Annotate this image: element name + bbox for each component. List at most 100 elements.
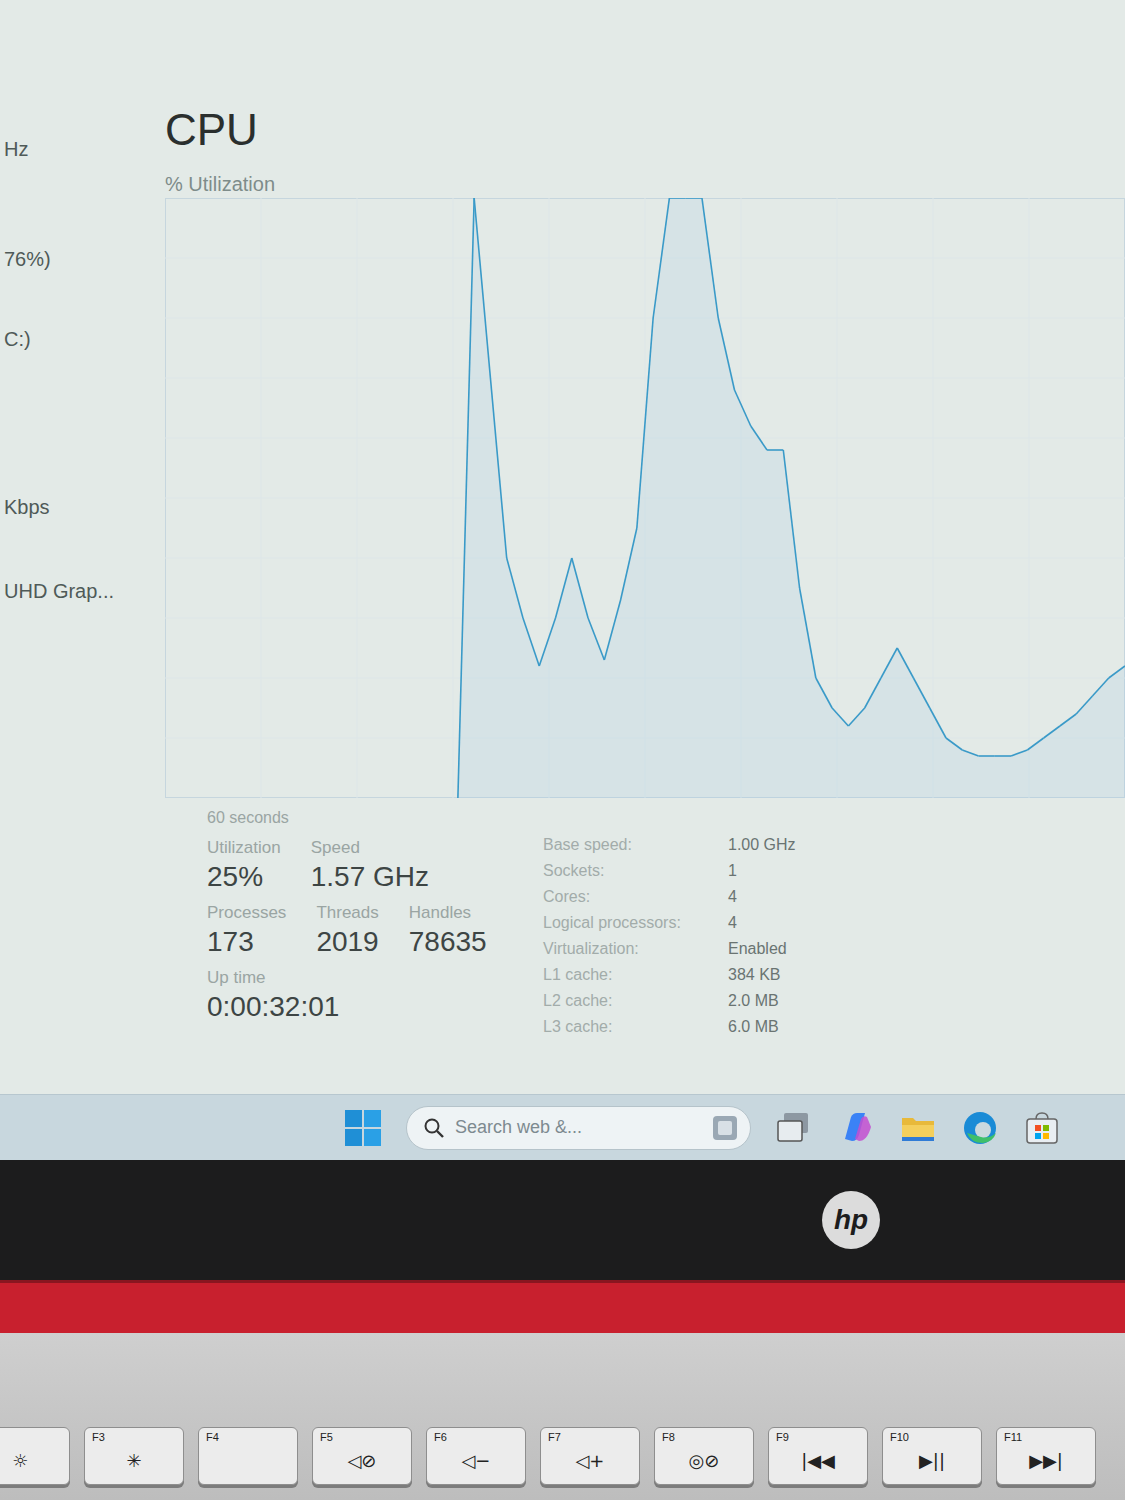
keyboard-key[interactable]: F7◁+ [540, 1427, 640, 1485]
key-fn-label: F10 [890, 1431, 909, 1443]
chart-segment [816, 678, 832, 708]
panel-title: CPU [165, 106, 1125, 154]
stat-label: Speed [311, 837, 429, 859]
search-highlight-icon [710, 1113, 740, 1143]
sidebar: Hz 76%) C:) Kbps UHD Grap... [0, 0, 165, 1094]
chart-segment [669, 198, 685, 199]
keyboard-key[interactable]: F8◎⊘ [654, 1427, 754, 1485]
sidebar-item[interactable]: UHD Grap... [0, 578, 165, 604]
task-view-icon[interactable] [775, 1109, 813, 1147]
stat-value: 25% [207, 859, 281, 894]
stats-left: 60 secondsUtilization25%Speed1.57 GHzPro… [207, 808, 507, 1038]
key-glyph: ◁− [462, 1450, 491, 1471]
key-fn-label: F7 [548, 1431, 561, 1443]
key-fn-label: F4 [206, 1431, 219, 1443]
keyboard-key[interactable]: F5 ◁⊘ [312, 1427, 412, 1485]
taskbar: Search web &... [0, 1094, 1125, 1160]
stat-row: Utilization25% Speed1.57 GHz [207, 837, 507, 894]
detail-value: 4 [728, 886, 796, 908]
chart-segment [653, 198, 669, 318]
keyboard-key[interactable]: F6 ◁− [426, 1427, 526, 1485]
chart-segment [686, 198, 702, 199]
stat-row: Up time0:00:32:01 [207, 967, 507, 1024]
chart-segment [1044, 726, 1060, 738]
key-fn-label: F6 [434, 1431, 447, 1443]
sidebar-item[interactable]: Kbps [0, 494, 165, 520]
store-icon[interactable] [1023, 1109, 1061, 1147]
grid-line [165, 378, 1125, 379]
detail-label: Sockets: [543, 860, 728, 882]
search-icon [423, 1117, 445, 1139]
stat-value: 2019 [316, 924, 378, 959]
chart-segment [979, 756, 995, 758]
key-glyph: ◁⊘ [348, 1450, 377, 1471]
chart-segment [751, 426, 767, 450]
detail-label: L3 cache: [543, 1016, 728, 1038]
keyboard-key[interactable]: F9|◀◀ [768, 1427, 868, 1485]
keyboard-key[interactable]: F4 [198, 1427, 298, 1485]
chart-segment [930, 708, 946, 738]
stat: Speed1.57 GHz [311, 837, 429, 894]
chart-segment [621, 528, 637, 600]
chart-segment [1092, 678, 1108, 696]
detail-value: 2.0 MB [728, 990, 796, 1012]
chart-segment [946, 738, 962, 750]
detail-label: L2 cache: [543, 990, 728, 1012]
stat: Utilization25% [207, 837, 281, 894]
chart-frame [166, 199, 1125, 798]
keyboard-key[interactable]: F11▶▶| [996, 1427, 1096, 1485]
chart-segment [800, 588, 816, 678]
detail-label: L1 cache: [543, 964, 728, 986]
screen-bezel: hp [0, 1160, 1125, 1280]
chart-area [458, 198, 1125, 798]
chart-segment [1060, 714, 1076, 726]
chart-segment [718, 318, 734, 390]
keyboard-key[interactable]: F10 ▶|| [882, 1427, 982, 1485]
stat-row: Processes173Threads2019Handles78635 [207, 902, 507, 959]
sidebar-item[interactable]: 76%) [0, 246, 165, 272]
start-icon[interactable] [344, 1109, 382, 1147]
chart-segment [458, 198, 474, 798]
chart-segment [962, 750, 978, 756]
function-key-row: ☼F3✳ F4 F5 ◁⊘ F6 ◁− F7◁+F8◎⊘F9|◀◀ F10 ▶|| F11▶▶| [0, 1333, 1125, 1485]
key-glyph: ▶|| [919, 1450, 945, 1471]
keyboard-key[interactable]: F3✳ [84, 1427, 184, 1485]
detail-value: 1 [728, 860, 796, 882]
stat-label: Utilization [207, 837, 281, 859]
key-fn-label: F3 [92, 1431, 105, 1443]
chart-segment [556, 558, 572, 618]
chart-segment [881, 648, 897, 678]
detail-value: 6.0 MB [728, 1016, 796, 1038]
hp-logo: hp [822, 1191, 880, 1249]
laptop-photo: Hz 76%) C:) Kbps UHD Grap... CPU % Utilization… [0, 0, 1125, 1500]
details-grid: Base speed:1.00 GHzSockets:1Cores:4Logic… [543, 834, 796, 1038]
stat-label: Handles [409, 902, 487, 924]
chart-segment [539, 618, 555, 666]
chart-segment [865, 678, 881, 708]
edge-icon[interactable] [961, 1109, 999, 1147]
stat-value: 173 [207, 924, 286, 959]
stat: Up time0:00:32:01 [207, 967, 339, 1024]
stat-label: Up time [207, 967, 339, 989]
key-fn-label: F11 [1004, 1431, 1022, 1443]
detail-label: Logical processors: [543, 912, 728, 934]
sidebar-item[interactable]: Hz [0, 136, 165, 162]
chart-subtitle: % Utilization [165, 172, 1125, 196]
keyboard-deck: ☼F3✳ F4 F5 ◁⊘ F6 ◁− F7◁+F8◎⊘F9|◀◀ F10 ▶|| F11▶▶| [0, 1333, 1125, 1500]
keyboard-key[interactable]: ☼ [0, 1427, 70, 1485]
stat: Handles78635 [409, 902, 487, 959]
search-box[interactable]: Search web &... [406, 1106, 751, 1150]
detail-label: Base speed: [543, 834, 728, 856]
sidebar-item[interactable]: C:) [0, 326, 165, 352]
chart-segment [897, 648, 913, 678]
chart-segment [523, 618, 539, 666]
chart-segment [848, 708, 864, 726]
key-fn-label: F5 [320, 1431, 333, 1443]
chart-segment [604, 600, 620, 660]
file-explorer-icon[interactable] [899, 1109, 937, 1147]
copilot-icon[interactable] [837, 1109, 875, 1147]
chart-segment [1011, 750, 1027, 756]
grid-line [165, 258, 1125, 259]
chart-segment [995, 756, 1011, 758]
detail-label: Virtualization: [543, 938, 728, 960]
